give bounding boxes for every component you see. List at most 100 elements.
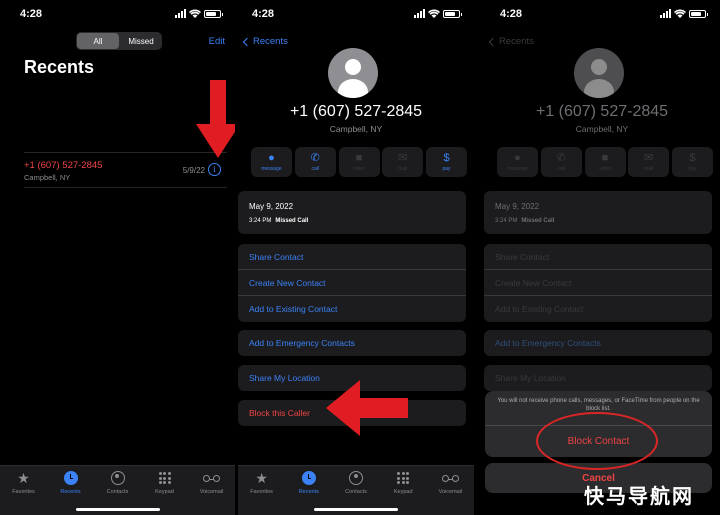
star-icon: ★ [255,469,268,486]
call-type: Missed Call [275,218,309,224]
avatar [328,48,378,98]
keypad-icon [158,472,171,484]
highlight-circle-annotation [536,412,658,470]
create-new-contact-button[interactable]: Create New Contact [484,270,712,296]
mail-button[interactable]: ✉ mail [628,147,670,177]
message-icon: ● [514,152,521,164]
action-label: message [507,166,528,172]
video-button[interactable]: ■ video [338,147,380,177]
video-button[interactable]: ■ video [584,147,626,177]
share-contact-button[interactable]: Share Contact [484,244,712,270]
chevron-left-icon [242,37,252,46]
action-label: video [353,166,365,172]
action-label: mail [644,166,654,172]
down-arrow-annotation [196,80,235,158]
add-emergency-contact-button[interactable]: Add to Emergency Contacts [238,330,466,356]
recent-call-location: Campbell, NY [24,173,71,182]
pay-button[interactable]: $ pay [426,147,467,177]
person-icon [349,471,363,485]
action-label: mail [398,166,408,172]
block-warning-text: You will not receive phone calls, messag… [497,398,700,413]
contact-location: Campbell, NY [575,124,629,134]
mail-button[interactable]: ✉ mail [382,147,424,177]
contact-location: Campbell, NY [329,124,383,134]
status-bar: 4:28 [0,8,235,22]
left-arrow-annotation [326,380,408,436]
call-button[interactable]: ✆ call [540,147,582,177]
tab-label: Recents [298,489,319,495]
pay-button[interactable]: $ pay [672,147,713,177]
block-confirmation-screen: 4:28 Recents +1 (607) 527-2845 Campbell,… [484,0,720,515]
tab-voicemail[interactable]: Voicemail [188,466,235,515]
edit-button[interactable]: Edit [209,36,225,47]
emergency-group: Add to Emergency Contacts [484,330,712,356]
back-button[interactable]: Recents [484,36,534,47]
status-icons [175,9,223,18]
clock-icon [301,471,316,485]
segment-missed[interactable]: Missed [120,32,162,50]
add-to-existing-contact-button[interactable]: Add to Existing Contact [484,296,712,322]
call-date: May 9, 2022 [249,202,294,211]
share-contact-button[interactable]: Share Contact [238,244,466,270]
video-icon: ■ [355,152,363,164]
status-time: 4:28 [252,8,275,20]
person-icon [110,471,125,485]
contact-number: +1 (607) 527-2845 [535,103,669,120]
wifi-icon [428,9,440,18]
contact-options-group: Share Contact Create New Contact Add to … [484,244,712,322]
filter-segmented-control[interactable]: All Missed [76,32,162,50]
contact-number: +1 (607) 527-2845 [289,103,423,120]
action-buttons: ● message ✆ call ■ video ✉ mail $ pay [238,147,474,177]
battery-icon [689,9,708,18]
call-date: May 9, 2022 [495,202,540,211]
call-time: 3:24 PM [249,218,272,224]
message-button[interactable]: ● message [251,147,292,177]
recent-call-number: +1 (607) 527-2845 [24,160,103,171]
tab-favorites[interactable]: ★ Favorites [238,466,285,515]
status-icons [414,9,462,18]
wifi-icon [674,9,686,18]
phone-icon: ✆ [310,152,320,164]
back-label: Recents [499,36,534,47]
signal-icon [175,9,186,18]
signal-icon [414,9,425,18]
tab-label: Keypad [393,489,413,495]
signal-icon [660,9,671,18]
clock-icon [63,471,78,485]
call-time: 3:24 PM [495,218,518,224]
back-label: Recents [253,36,288,47]
add-to-existing-contact-button[interactable]: Add to Existing Contact [238,296,466,322]
action-label: message [261,166,282,172]
keypad-icon [397,472,410,484]
message-button[interactable]: ● message [497,147,538,177]
add-emergency-contact-button[interactable]: Add to Emergency Contacts [484,330,712,356]
share-location-button[interactable]: Share My Location [484,365,712,391]
call-button[interactable]: ✆ call [294,147,336,177]
recent-call-date: 5/9/22 [182,166,205,175]
info-icon[interactable]: i [208,163,221,176]
voicemail-icon [203,474,220,482]
tab-label: Voicemail [438,489,463,495]
status-bar: 4:28 [238,8,474,22]
star-icon: ★ [17,469,30,486]
tab-favorites[interactable]: ★ Favorites [0,466,47,515]
status-time: 4:28 [20,8,43,20]
action-label: pay [688,166,697,172]
video-icon: ■ [601,152,609,164]
call-history-card: May 9, 2022 3:24 PM Missed Call [484,191,712,234]
call-time-row: 3:24 PM Missed Call [495,218,554,224]
segment-all[interactable]: All [77,33,119,49]
tab-label: Favorites [12,489,35,495]
chevron-left-icon [488,37,498,46]
tab-voicemail[interactable]: Voicemail [427,466,474,515]
create-new-contact-button[interactable]: Create New Contact [238,270,466,296]
battery-icon [204,9,223,18]
home-indicator [314,508,398,511]
location-group: Share My Location [484,365,712,391]
action-label: call [557,166,565,172]
wifi-icon [189,9,201,18]
call-history-card: May 9, 2022 3:24 PM Missed Call [238,191,466,234]
tab-bar: ★ Favorites Recents Contacts Keypad Voic… [238,465,474,515]
recents-screen: 4:28 All Missed Edit Recents +1 (607) 52… [0,0,235,515]
back-button[interactable]: Recents [238,36,288,47]
